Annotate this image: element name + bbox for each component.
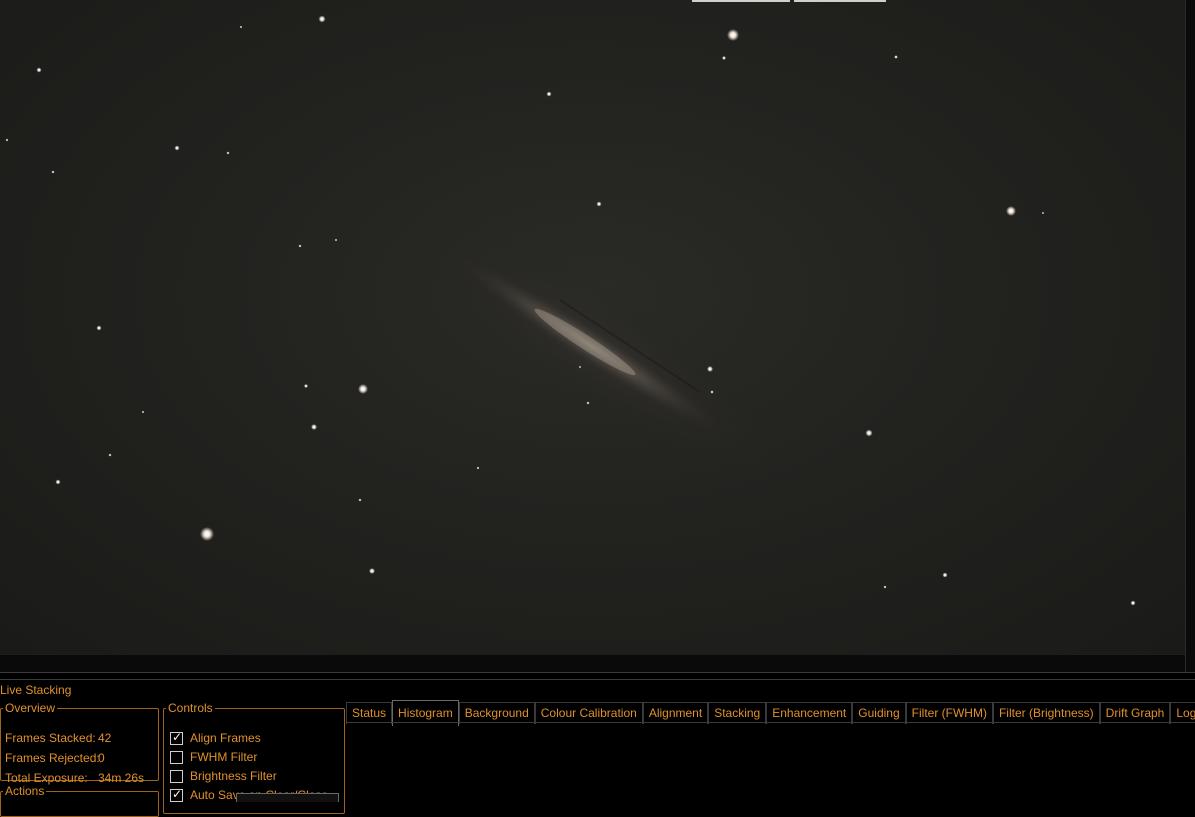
tab-alignment[interactable]: Alignment [642,702,709,724]
brightness-filter-label[interactable]: Brightness Filter [190,769,277,783]
live-stacking-panel: Live Stacking Overview Frames Stacked: 4… [0,672,1195,817]
tab-enhancement[interactable]: Enhancement [766,702,853,724]
checkmark-icon: ✓ [172,786,183,801]
panel-divider [0,679,1195,680]
total-exposure-row: Total Exposure: 34m 26s [5,771,144,785]
controls-legend: Controls [168,701,213,715]
top-tab-indicator[interactable] [692,0,790,2]
action-button[interactable] [236,793,339,802]
total-exposure-label: Total Exposure: [5,771,88,785]
frames-rejected-value: 0 [98,751,105,765]
stacked-image-view[interactable] [0,0,1185,654]
tab-strip-divider [346,722,1195,723]
tab-filter-brightness[interactable]: Filter (Brightness) [992,702,1100,724]
actions-group: Actions [0,785,159,817]
overview-group: Overview Frames Stacked: 42 Frames Rejec… [0,701,159,785]
fwhm-filter-checkbox[interactable] [170,750,183,764]
frames-rejected-row: Frames Rejected: 0 [5,751,105,765]
align-frames-checkbox[interactable]: ✓ [170,729,183,745]
fwhm-filter-option[interactable]: FWHM Filter [170,750,257,764]
panel-tabs: Status Histogram Background Colour Calib… [346,700,1195,726]
panel-title: Live Stacking [0,683,72,697]
actions-legend: Actions [5,784,45,798]
frames-rejected-label: Frames Rejected: [5,751,100,765]
tab-log[interactable]: Log [1170,702,1195,724]
brightness-filter-option[interactable]: Brightness Filter [170,769,277,783]
frames-stacked-label: Frames Stacked: [5,731,96,745]
frames-stacked-row: Frames Stacked: 42 [5,731,111,745]
horizontal-scrollbar[interactable] [0,654,1185,673]
overview-legend: Overview [5,701,56,715]
align-frames-label[interactable]: Align Frames [190,731,261,745]
align-frames-option[interactable]: ✓ Align Frames [170,729,261,745]
vertical-scrollbar[interactable] [1185,0,1195,672]
brightness-filter-checkbox[interactable] [170,769,183,783]
fwhm-filter-label[interactable]: FWHM Filter [190,750,257,764]
galaxy-image [5,15,1136,606]
tab-drift-graph[interactable]: Drift Graph [1099,702,1171,724]
tab-filter-fwhm[interactable]: Filter (FWHM) [905,702,993,724]
tab-status[interactable]: Status [346,702,393,724]
total-exposure-value: 34m 26s [98,771,145,785]
top-tab-indicator[interactable] [794,0,886,2]
tab-guiding[interactable]: Guiding [852,702,906,724]
tab-stacking[interactable]: Stacking [708,702,767,724]
tab-background[interactable]: Background [458,702,535,724]
tab-colour-calibration[interactable]: Colour Calibration [534,702,643,724]
checkmark-icon: ✓ [172,729,183,744]
frames-stacked-value: 42 [98,731,112,745]
